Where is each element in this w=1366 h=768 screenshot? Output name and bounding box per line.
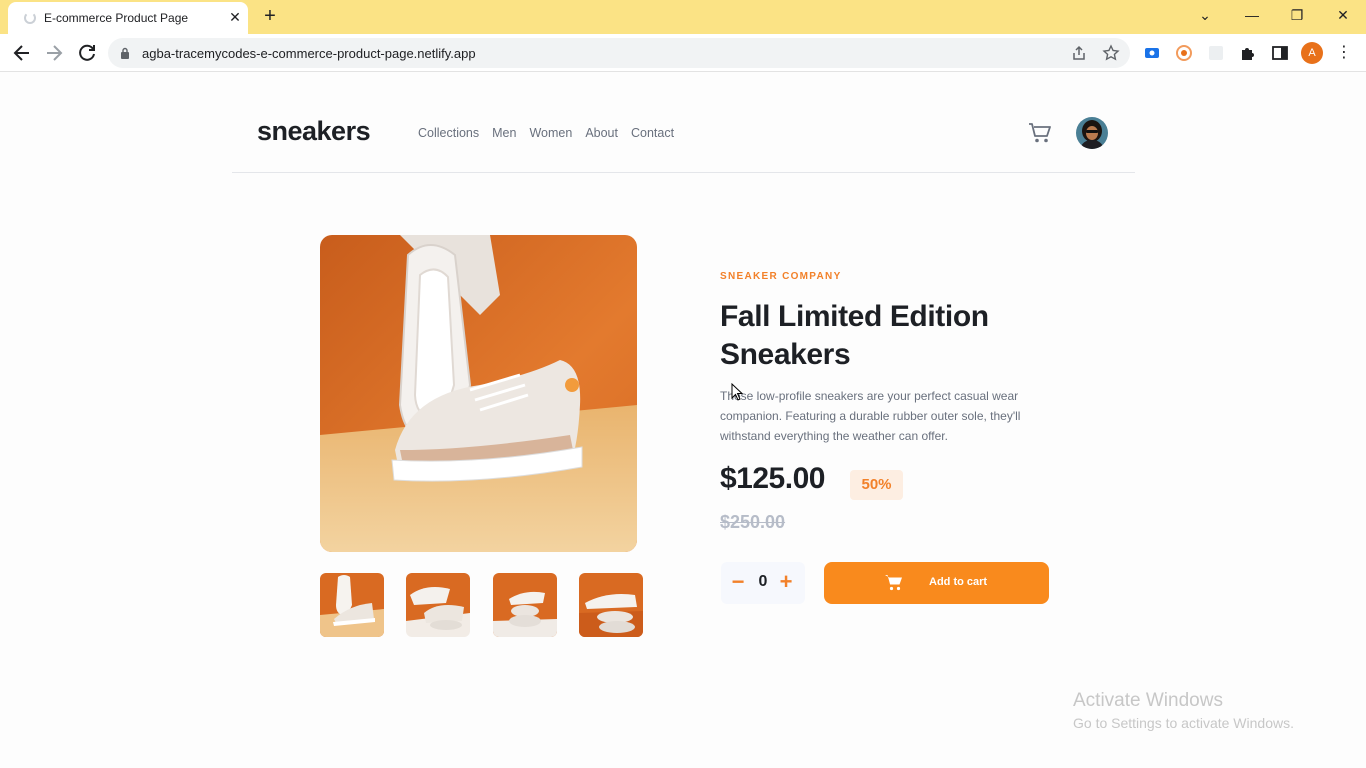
product-thumbnail[interactable] xyxy=(406,573,470,637)
page: sneakers Collections Men Women About Con… xyxy=(0,72,1366,768)
favicon-icon xyxy=(24,12,36,24)
lock-icon[interactable] xyxy=(120,47,130,59)
restore-button[interactable]: ❐ xyxy=(1285,4,1309,26)
star-icon[interactable] xyxy=(1102,44,1120,62)
extension-icon[interactable] xyxy=(1143,44,1161,62)
nav-contact[interactable]: Contact xyxy=(631,126,674,140)
cart-icon[interactable] xyxy=(1028,122,1052,144)
company-label: SNEAKER COMPANY xyxy=(720,271,842,282)
browser-toolbar: agba-tracemycodes-e-commerce-product-pag… xyxy=(0,34,1366,72)
product-thumbnail[interactable] xyxy=(493,573,557,637)
site-logo[interactable]: sneakers xyxy=(257,116,371,147)
menu-icon[interactable]: ⋮ xyxy=(1336,43,1352,63)
extension-icon[interactable] xyxy=(1175,44,1193,62)
close-window-button[interactable]: ✕ xyxy=(1331,4,1355,26)
avatar[interactable] xyxy=(1076,117,1108,149)
new-tab-button[interactable]: + xyxy=(260,6,280,26)
nav-women[interactable]: Women xyxy=(529,126,572,140)
decrease-quantity-button[interactable]: − xyxy=(729,571,747,594)
main-nav: Collections Men Women About Contact xyxy=(418,126,674,140)
current-price: $125.00 xyxy=(720,462,825,495)
product-title: Fall Limited Edition Sneakers xyxy=(720,300,989,371)
quantity-value: 0 xyxy=(758,573,768,590)
nav-collections[interactable]: Collections xyxy=(418,126,479,140)
tab-strip: E-commerce Product Page ✕ + ⌄ — ❐ ✕ xyxy=(0,0,1366,34)
nav-men[interactable]: Men xyxy=(492,126,516,140)
quantity-stepper: − 0 + xyxy=(721,562,805,604)
sidebar-icon[interactable] xyxy=(1271,44,1289,62)
product-thumbnail[interactable] xyxy=(320,573,384,637)
browser-tab[interactable]: E-commerce Product Page ✕ xyxy=(8,2,248,34)
reload-icon[interactable] xyxy=(76,42,98,64)
tab-title: E-commerce Product Page xyxy=(44,11,189,25)
original-price: $250.00 xyxy=(720,512,786,532)
activate-windows-subtitle: Go to Settings to activate Windows. xyxy=(1073,715,1294,731)
puzzle-icon[interactable] xyxy=(1239,44,1257,62)
product-thumbnail[interactable] xyxy=(579,573,643,637)
product-description: These low-profile sneakers are your perf… xyxy=(720,389,1021,443)
tab-search-button[interactable]: ⌄ xyxy=(1193,4,1217,26)
extension-icon[interactable] xyxy=(1207,44,1225,62)
nav-about[interactable]: About xyxy=(585,126,618,140)
increase-quantity-button[interactable]: + xyxy=(777,571,795,593)
profile-avatar[interactable]: A xyxy=(1301,42,1323,64)
cart-icon xyxy=(885,575,902,591)
add-to-cart-label: Add to cart xyxy=(929,576,988,588)
tab-close-icon[interactable]: ✕ xyxy=(226,8,244,26)
discount-badge: 50% xyxy=(850,470,903,500)
share-icon[interactable] xyxy=(1070,44,1088,62)
add-to-cart-button[interactable]: Add to cart xyxy=(824,562,1049,604)
mouse-cursor-icon xyxy=(731,383,743,401)
url-text[interactable]: agba-tracemycodes-e-commerce-product-pag… xyxy=(142,46,476,61)
product-main-image[interactable] xyxy=(320,235,637,552)
back-icon[interactable] xyxy=(11,42,33,64)
forward-icon[interactable] xyxy=(43,42,65,64)
activate-windows-title: Activate Windows xyxy=(1073,690,1223,711)
address-bar[interactable]: agba-tracemycodes-e-commerce-product-pag… xyxy=(108,38,1130,68)
header-divider xyxy=(232,172,1135,173)
minimize-button[interactable]: — xyxy=(1240,4,1264,26)
